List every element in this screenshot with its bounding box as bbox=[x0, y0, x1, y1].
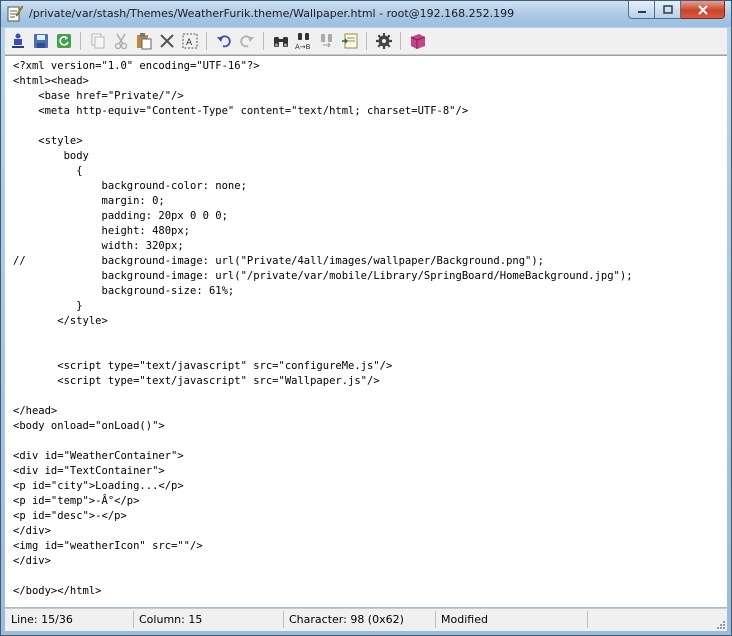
code-line: width: 320px; bbox=[13, 240, 184, 252]
code-line: body bbox=[13, 150, 89, 162]
paste-icon bbox=[137, 33, 152, 50]
code-line: <script type="text/javascript" src="Wall… bbox=[13, 375, 380, 387]
go-to-button[interactable] bbox=[340, 31, 360, 51]
copy-icon bbox=[91, 33, 105, 49]
code-line: // background-image: url("Private/4all/i… bbox=[13, 255, 545, 267]
save-button[interactable] bbox=[31, 31, 51, 51]
code-line: <?xml version="1.0" encoding="UTF-16"?> bbox=[13, 60, 260, 72]
code-line: </style> bbox=[13, 315, 108, 327]
status-line: Line: 15/36 bbox=[11, 613, 73, 626]
code-line: <body onload="onLoad()"> bbox=[13, 420, 165, 432]
close-icon bbox=[697, 4, 708, 15]
new-file-button[interactable] bbox=[8, 31, 28, 51]
code-line: { bbox=[13, 165, 83, 177]
status-modified: Modified bbox=[441, 613, 488, 626]
toolbar-separator bbox=[80, 32, 81, 50]
svg-text:A: A bbox=[186, 38, 193, 48]
code-line: background-image: url("/private/var/mobi… bbox=[13, 270, 633, 282]
find-next-button[interactable] bbox=[317, 31, 337, 51]
help-icon bbox=[410, 34, 426, 49]
code-line: </div> bbox=[13, 555, 51, 567]
code-line: <p id="city">Loading...</p> bbox=[13, 480, 184, 492]
code-line: </div> bbox=[13, 525, 51, 537]
code-line: background-size: 61%; bbox=[13, 285, 235, 297]
maximize-icon bbox=[662, 5, 673, 14]
status-divider bbox=[587, 611, 588, 628]
undo-icon bbox=[217, 35, 231, 48]
undo-button[interactable] bbox=[214, 31, 234, 51]
go-to-icon bbox=[342, 33, 358, 49]
code-line: </body></html> bbox=[13, 585, 102, 597]
code-line: padding: 20px 0 0 0; bbox=[13, 210, 228, 222]
code-line: <html><head> bbox=[13, 75, 89, 87]
toolbar-separator bbox=[400, 32, 401, 50]
toolbar-separator bbox=[206, 32, 207, 50]
code-line: <style> bbox=[13, 135, 83, 147]
toolbar-separator bbox=[366, 32, 367, 50]
delete-button[interactable] bbox=[157, 31, 177, 51]
code-line: <meta http-equiv="Content-Type" content=… bbox=[13, 105, 469, 117]
replace-button[interactable]: A→B bbox=[294, 31, 314, 51]
code-line: <script type="text/javascript" src="conf… bbox=[13, 360, 393, 372]
maximize-button[interactable] bbox=[655, 1, 681, 19]
code-line: <p id="temp">-Â°</p> bbox=[13, 495, 140, 507]
toolbar: A A→B bbox=[5, 28, 727, 55]
editor-window: /private/var/stash/Themes/WeatherFurik.t… bbox=[0, 0, 732, 636]
code-line: background-color: none; bbox=[13, 180, 247, 192]
help-button[interactable] bbox=[408, 31, 428, 51]
code-line: height: 480px; bbox=[13, 225, 191, 237]
editor-text: <?xml version="1.0" encoding="UTF-16"?> <… bbox=[5, 56, 727, 599]
select-all-icon: A bbox=[182, 33, 198, 49]
code-editor[interactable]: <?xml version="1.0" encoding="UTF-16"?> <… bbox=[5, 55, 727, 607]
reload-button[interactable] bbox=[54, 31, 74, 51]
settings-button[interactable] bbox=[374, 31, 394, 51]
find-button[interactable] bbox=[271, 31, 291, 51]
title-bar[interactable]: /private/var/stash/Themes/WeatherFurik.t… bbox=[1, 1, 731, 27]
resize-grip-icon[interactable] bbox=[716, 620, 726, 630]
redo-button[interactable] bbox=[237, 31, 257, 51]
save-icon bbox=[34, 34, 48, 48]
select-all-button[interactable]: A bbox=[180, 31, 200, 51]
code-line: <p id="desc">-</p> bbox=[13, 510, 127, 522]
window-title: /private/var/stash/Themes/WeatherFurik.t… bbox=[29, 7, 515, 20]
status-divider bbox=[435, 611, 436, 628]
code-line: <base href="Private/"/> bbox=[13, 90, 184, 102]
reload-icon bbox=[57, 34, 71, 48]
replace-icon: A→B bbox=[295, 33, 311, 50]
svg-text:A→B: A→B bbox=[295, 43, 311, 50]
new-file-icon bbox=[12, 33, 24, 48]
status-column: Column: 15 bbox=[139, 613, 203, 626]
status-divider bbox=[133, 611, 134, 628]
paste-button[interactable] bbox=[134, 31, 154, 51]
code-line: </head> bbox=[13, 405, 58, 417]
window-controls bbox=[628, 1, 725, 20]
find-icon bbox=[274, 37, 288, 47]
code-line: margin: 0; bbox=[13, 195, 165, 207]
status-bar: Line: 15/36 Column: 15 Character: 98 (0x… bbox=[5, 608, 727, 631]
minimize-button[interactable] bbox=[628, 1, 655, 19]
redo-icon bbox=[240, 35, 254, 48]
code-line: } bbox=[13, 300, 83, 312]
minimize-icon bbox=[637, 10, 646, 13]
find-next-icon bbox=[321, 34, 332, 48]
copy-button[interactable] bbox=[88, 31, 108, 51]
code-line: <div id="WeatherContainer"> bbox=[13, 450, 184, 462]
close-button[interactable] bbox=[681, 1, 725, 19]
status-divider bbox=[283, 611, 284, 628]
settings-icon bbox=[376, 33, 392, 49]
toolbar-separator bbox=[263, 32, 264, 50]
status-character: Character: 98 (0x62) bbox=[289, 613, 404, 626]
code-line: <img id="weatherIcon" src=""/> bbox=[13, 540, 203, 552]
code-line: <div id="TextContainer"> bbox=[13, 465, 165, 477]
cut-button[interactable] bbox=[111, 31, 131, 51]
cut-icon bbox=[114, 33, 128, 50]
notepad-icon bbox=[7, 5, 24, 22]
delete-icon bbox=[160, 34, 174, 48]
